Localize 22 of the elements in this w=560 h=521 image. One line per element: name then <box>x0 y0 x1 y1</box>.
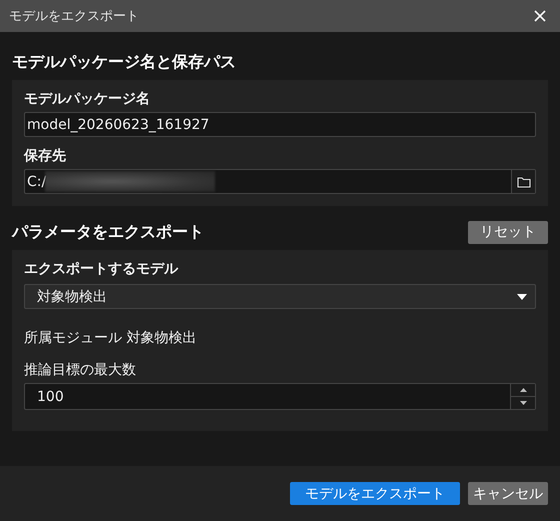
model-dropdown[interactable]: 対象物検出 <box>24 284 536 309</box>
field-label: 保存先 <box>24 147 67 166</box>
decrement-button[interactable] <box>511 396 535 409</box>
field-label: 推論目標の最大数 <box>24 361 137 380</box>
close-button[interactable] <box>532 8 548 24</box>
browse-button[interactable] <box>511 170 535 193</box>
field-label: モデルパッケージ名 <box>24 90 151 109</box>
close-icon <box>534 10 546 22</box>
export-button[interactable]: モデルをエクスポート <box>290 482 460 505</box>
field-label: エクスポートするモデル <box>24 260 180 279</box>
increment-button[interactable] <box>511 384 535 396</box>
section-heading: モデルパッケージ名と保存パス <box>12 52 236 72</box>
reset-button[interactable]: リセット <box>468 220 548 244</box>
module-text: 所属モジュール 対象物検出 <box>24 329 198 348</box>
caret-icon <box>517 294 527 300</box>
folder-icon <box>516 176 530 188</box>
input-field[interactable]: model_20260623_161927 <box>25 113 535 136</box>
down-icon <box>520 401 526 405</box>
window-title: モデルをエクスポート <box>9 8 139 25</box>
up-icon <box>520 388 526 392</box>
section-heading: パラメータをエクスポート <box>12 222 204 242</box>
cancel-button[interactable]: キャンセル <box>468 482 548 505</box>
